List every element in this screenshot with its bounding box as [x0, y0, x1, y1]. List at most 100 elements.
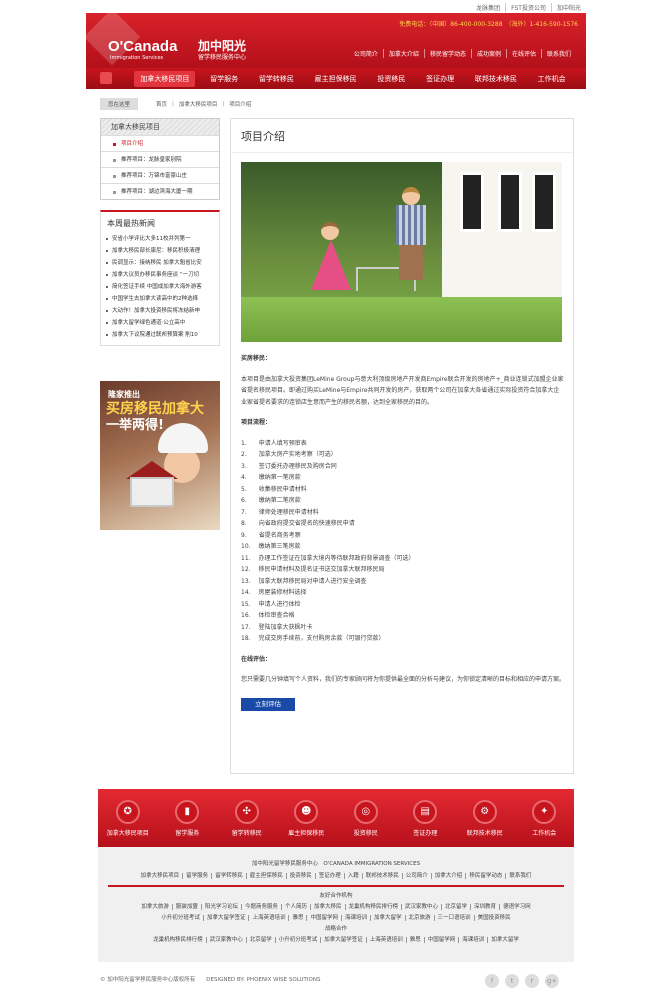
- footer-link[interactable]: 留学服务: [182, 873, 212, 879]
- nav-item-immigration[interactable]: 加拿大移民项目: [134, 70, 196, 87]
- service-item[interactable]: ☻ 雇主担保移民: [278, 799, 334, 837]
- nav-item[interactable]: 联邦技术移民: [469, 71, 523, 87]
- promo-banner[interactable]: 隆家推出 买房移民加拿大 一举两得!: [100, 381, 220, 530]
- service-item[interactable]: ✪ 加拿大移民项目: [100, 799, 156, 837]
- footer-link[interactable]: 雇主担保移民: [245, 873, 286, 879]
- footer-link[interactable]: 加拿大介绍: [430, 873, 466, 879]
- footer-link[interactable]: 签证办理: [314, 873, 344, 879]
- footer-link[interactable]: 移民留学动态: [465, 873, 506, 879]
- news-item[interactable]: 中国学生去加拿大读高中的2种选择: [101, 293, 219, 305]
- breadcrumb-separator: |: [172, 101, 174, 107]
- footer-link[interactable]: 北京留学: [441, 904, 471, 910]
- footer-link[interactable]: 三一口语培训: [433, 915, 474, 921]
- nav-item[interactable]: 投资移民: [371, 71, 411, 87]
- nav-item[interactable]: 留学服务: [204, 71, 244, 87]
- footer-link[interactable]: 北京旅游: [404, 915, 434, 921]
- subnav-item[interactable]: 移民留学动态: [423, 49, 471, 58]
- book-icon: ▤: [413, 799, 438, 824]
- footer-link[interactable]: 上海英语培训: [248, 915, 289, 921]
- footer-link[interactable]: 海课培训: [458, 937, 488, 943]
- footer-link[interactable]: 武汉家教中心: [205, 937, 246, 943]
- footer-link[interactable]: 阳光学习论坛: [200, 904, 241, 910]
- site-logo[interactable]: O'Canada Immigration Services 加中阳光 留学移民服…: [86, 13, 266, 68]
- nav-item[interactable]: 雇主担保移民: [309, 71, 363, 87]
- footer-link[interactable]: 雅思: [405, 937, 424, 943]
- service-item[interactable]: ✣ 留学转移民: [219, 799, 275, 837]
- breadcrumb-item[interactable]: 加拿大移民项目: [179, 100, 218, 108]
- sidebar-item[interactable]: 推荐项目：龙脉皇家别院: [101, 151, 219, 167]
- subnav-item[interactable]: 加拿大介绍: [382, 49, 424, 58]
- service-item[interactable]: ⚙ 联邦技术移民: [457, 799, 513, 837]
- footer-link[interactable]: 个人简历: [280, 904, 310, 910]
- logo-cn-sub: 留学移民服务中心: [198, 54, 247, 61]
- footer-link[interactable]: 龙巢机构移民排行榜: [150, 937, 206, 943]
- footer-link[interactable]: 留学转移民: [211, 873, 246, 879]
- footer-link[interactable]: 联系我们: [505, 873, 535, 879]
- footer-link[interactable]: 中国留学网: [306, 915, 341, 921]
- sidebar-item[interactable]: 推荐项目：万锦市富豪山庄: [101, 167, 219, 183]
- rss-icon[interactable]: r: [525, 974, 539, 988]
- footer-link[interactable]: 服装加盟: [171, 904, 201, 910]
- partner-links: 小升初分班考试 加拿大留学签证 上海英语培训 雅思 中国留学网 海课培训 加拿大留学 北京旅游…: [98, 913, 574, 921]
- sidebar-item-intro[interactable]: 项目介绍: [101, 135, 219, 151]
- home-icon[interactable]: [100, 72, 112, 84]
- googleplus-icon[interactable]: g+: [545, 974, 559, 988]
- service-item[interactable]: ▤ 签证办理: [397, 799, 453, 837]
- footer-link[interactable]: 加拿大留学签证: [202, 915, 249, 921]
- twitter-icon[interactable]: t: [505, 974, 519, 988]
- footer-link[interactable]: 加拿大留学: [487, 937, 522, 943]
- footer-link[interactable]: 加拿大留学签证: [320, 937, 366, 943]
- evaluate-button[interactable]: 立刻评估: [241, 697, 295, 711]
- breadcrumb-item[interactable]: 首页: [156, 100, 167, 108]
- people-icon: ☻: [294, 799, 319, 824]
- footer-link[interactable]: 海课培训: [341, 915, 371, 921]
- footer-link[interactable]: 德语学习网: [499, 904, 534, 910]
- footer-link[interactable]: 龙巢机构移民排行榜: [344, 904, 402, 910]
- footer-link[interactable]: 加拿大旅游: [138, 904, 172, 910]
- footer-link[interactable]: 公司简介: [401, 873, 431, 879]
- news-item[interactable]: 加拿大下议院通过联邦预算案 削10: [101, 329, 219, 341]
- news-item[interactable]: 大动作！加拿大投资移民将冻结新申: [101, 305, 219, 317]
- top-link[interactable]: 龙脉集团: [471, 3, 505, 12]
- subnav-item[interactable]: 联系我们: [540, 49, 576, 58]
- subnav-item[interactable]: 公司简介: [349, 49, 383, 58]
- footer-link[interactable]: 入籍: [343, 873, 362, 879]
- footer-link[interactable]: 加拿大留学: [370, 915, 405, 921]
- service-item[interactable]: ◎ 投资移民: [338, 799, 394, 837]
- service-item[interactable]: ✦ 工作机会: [516, 799, 572, 837]
- footer-link[interactable]: 中国留学网: [423, 937, 459, 943]
- subnav-item[interactable]: 成功案例: [470, 49, 506, 58]
- footer-link[interactable]: 投资移民: [285, 873, 315, 879]
- footer-link[interactable]: 雅思: [288, 915, 307, 921]
- footer-link[interactable]: 加拿大移民项目: [138, 873, 183, 879]
- footer-link[interactable]: 联邦技术移民: [361, 873, 402, 879]
- process-step: 18. 完成交房手续前，支付购房余款（可银行贷款）: [241, 635, 385, 642]
- process-step: 13. 加拿大联邦移民局对申请人进行安全调查: [241, 577, 367, 585]
- sidebar-item[interactable]: 推荐项目：湖边滨海大厦一期: [101, 183, 219, 199]
- footer-link[interactable]: 北京留学: [245, 937, 275, 943]
- news-item[interactable]: 安省小学评比大多11校并列第一: [101, 233, 219, 245]
- news-item[interactable]: 加拿大留学绿色通道·公立高中: [101, 317, 219, 329]
- news-item[interactable]: 民调显示：接纳移民 加拿大魁省比安: [101, 257, 219, 269]
- nav-item[interactable]: 留学转移民: [253, 71, 300, 87]
- footer-link[interactable]: 上海英语培训: [365, 937, 406, 943]
- service-item[interactable]: ▮ 留学服务: [159, 799, 215, 837]
- footer-link[interactable]: 美国投资移民: [473, 915, 514, 921]
- facebook-icon[interactable]: f: [485, 974, 499, 988]
- footer-link[interactable]: 深圳教育: [470, 904, 500, 910]
- footer-link[interactable]: 小升初分班考试: [158, 915, 203, 921]
- news-item[interactable]: 简化签证手续 中国成加拿大海外游客: [101, 281, 219, 293]
- top-link[interactable]: 加中阳光: [550, 3, 586, 12]
- news-item[interactable]: 加拿大移民部长康尼：移民积极清理: [101, 245, 219, 257]
- top-link[interactable]: FST投资公司: [505, 3, 551, 12]
- footer-link[interactable]: 加拿大移民: [309, 904, 345, 910]
- footer-link[interactable]: 武汉家教中心: [401, 904, 442, 910]
- footer-link[interactable]: 小升初分班考试: [274, 937, 321, 943]
- nav-item[interactable]: 签证办理: [420, 71, 460, 87]
- top-links: 龙脉集团 FST投资公司 加中阳光: [471, 3, 586, 12]
- footer-link[interactable]: 今题商务服务: [240, 904, 281, 910]
- news-item[interactable]: 加拿大议员办移民事务座谈 “一刀切: [101, 269, 219, 281]
- nav-item[interactable]: 工作机会: [532, 71, 572, 87]
- subnav-item[interactable]: 在线评估: [505, 49, 541, 58]
- process-step: 2. 加拿大房产实地考察（可选）: [241, 451, 337, 458]
